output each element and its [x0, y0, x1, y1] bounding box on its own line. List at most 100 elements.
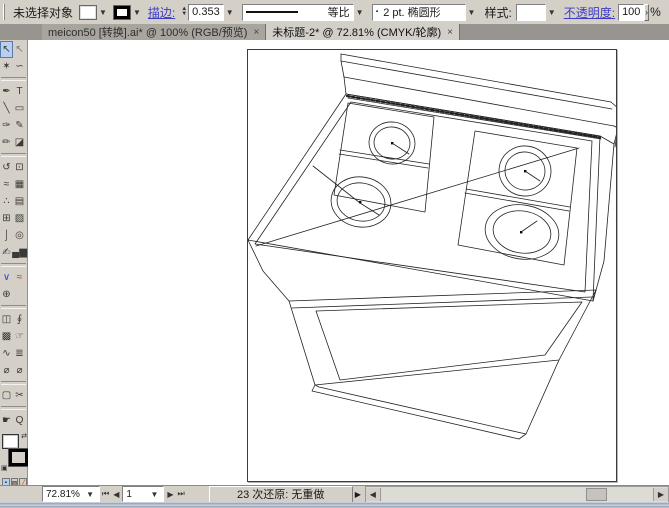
marquee-crop-tool[interactable]: ▢ [0, 387, 13, 404]
first-page-button[interactable]: ⏮ [100, 489, 111, 499]
window-bottom-edge [0, 502, 669, 508]
knife-tool[interactable]: ✂ [13, 387, 26, 404]
status-popup-arrow-icon[interactable]: ▶ [355, 490, 361, 499]
blend-v-tool[interactable]: ∨ [0, 269, 13, 286]
lasso-tool[interactable]: ∽ [13, 58, 26, 75]
tool-grid: ↖↖✶∽✒T╲▭✑✎✏◪↺⊡≈▦∴▤⊞▨⌡◎✍▄▆∨≈⊕◫∮▩☞∿≣⌀⌀▢✂☛Q [0, 41, 27, 429]
width-profile-dropdown[interactable]: 等比 ▼ [242, 4, 366, 21]
gradient-tool[interactable]: ▨ [13, 210, 26, 227]
previous-page-button[interactable]: ◀ [111, 490, 121, 499]
fill-indicator[interactable] [2, 434, 19, 449]
stroke-weight-spinner[interactable]: ▲▼ [181, 7, 187, 17]
free-transform-tool[interactable]: ▦ [13, 176, 26, 193]
magic-wand-tool[interactable]: ✶ [0, 58, 13, 75]
paintbrush-tool[interactable]: ✑ [0, 117, 13, 134]
blob-brush-tool[interactable]: ✏ [0, 134, 13, 151]
panel-grip[interactable] [3, 4, 5, 20]
zoom-level-dropdown[interactable]: 72.81% ▼ [42, 486, 100, 502]
scroll-left-button[interactable]: ◀ [366, 488, 381, 501]
chevron-down-icon[interactable]: ▼ [546, 8, 558, 17]
hand-tool[interactable]: ☛ [0, 412, 13, 429]
warp-tool[interactable]: ≈ [0, 176, 13, 193]
graph-tool[interactable]: ▤ [13, 193, 26, 210]
opacity-value[interactable]: 100 [618, 4, 644, 21]
shape-builder-tool[interactable]: ∮ [13, 311, 26, 328]
artboard[interactable] [247, 49, 617, 482]
fill-color-swatch[interactable] [79, 5, 97, 20]
zigzag-line-tool[interactable]: ∿ [0, 345, 13, 362]
line-segment-tool[interactable]: ╲ [0, 100, 13, 117]
undo-status-indicator[interactable]: 23 次还原: 无重做 [209, 486, 353, 503]
perspective-grid-tool[interactable]: ▩ [0, 328, 13, 345]
tab-label: 未标题-2* @ 72.81% (CMYK/轮廓) [272, 24, 441, 40]
rotate-tool[interactable]: ↺ [0, 159, 13, 176]
stacked-lines-tool[interactable]: ≣ [13, 345, 26, 362]
type-tool[interactable]: T [13, 83, 26, 100]
style-dropdown[interactable]: ▼ [516, 4, 558, 21]
width-profile-preview [246, 11, 298, 13]
opacity-slider-popup-button[interactable]: › [644, 4, 649, 21]
pencil-tool[interactable]: ✎ [13, 117, 26, 134]
envelope-tool[interactable]: ◫ [0, 311, 13, 328]
document-tab-2[interactable]: 未标题-2* @ 72.81% (CMYK/轮廓) × [266, 24, 460, 40]
stroke-panel-link[interactable]: 描边: [148, 4, 175, 21]
stroke-indicator[interactable] [9, 449, 28, 466]
scale-tool[interactable]: ⊡ [13, 159, 26, 176]
pen-tool[interactable]: ✒ [0, 83, 13, 100]
control-options-bar: 未选择对象 ▼ ▼ 描边: ▲▼ 0.353 ▼ 等比 ▼ · 2 pt. 椭圆… [0, 0, 669, 25]
chevron-down-icon[interactable]: ▼ [354, 8, 366, 17]
tab-close-icon[interactable]: × [447, 27, 453, 38]
chevron-down-icon[interactable]: ▼ [466, 8, 478, 17]
eraser-tool[interactable]: ◪ [13, 134, 26, 151]
multicolor-wave-tool[interactable]: ≈ [13, 269, 26, 286]
direct-selection-tool[interactable]: ↖ [13, 41, 26, 58]
document-tab-bar: meicon50 [转换].ai* @ 100% (RGB/预览)×未标题-2*… [0, 24, 669, 40]
live-paint-bucket-tool[interactable]: ⊕ [0, 286, 13, 303]
tool-palette: ↖↖✶∽✒T╲▭✑✎✏◪↺⊡≈▦∴▤⊞▨⌡◎✍▄▆∨≈⊕◫∮▩☞∿≣⌀⌀▢✂☛Q… [0, 40, 28, 508]
swap-fill-stroke-icon[interactable]: ⇄ [21, 432, 27, 440]
toolbar-divider [1, 305, 26, 309]
ruler-pen-tool[interactable]: ⌀ [13, 362, 26, 379]
horizontal-scrollbar[interactable]: ◀ ▶ [365, 486, 669, 503]
rectangle-tool[interactable]: ▭ [13, 100, 26, 117]
last-page-button[interactable]: ⏭ [176, 489, 187, 499]
zoom-level-value: 72.81% [46, 489, 80, 500]
brush-label: 2 pt. 椭圆形 [383, 4, 440, 20]
column-graph-tool[interactable]: ▄▆ [13, 244, 26, 261]
opacity-panel-link[interactable]: 不透明度: [564, 4, 615, 21]
stroke-weight-control[interactable]: ▲▼ 0.353 ▼ [181, 4, 235, 21]
freehand-gesture-tool[interactable]: ☞ [13, 328, 26, 345]
selection-status-label: 未选择对象 [13, 4, 73, 21]
default-fill-stroke-icon[interactable]: ▣ [1, 464, 8, 472]
tab-close-icon[interactable]: × [253, 27, 259, 38]
page-number-dropdown[interactable]: 1 ▼ [122, 486, 164, 502]
chevron-down-icon[interactable]: ▼ [131, 8, 143, 17]
fill-color-dropdown[interactable]: ▼ [79, 5, 109, 20]
brush-dot-preview: · [376, 6, 380, 18]
measure-tool[interactable]: ⌀ [0, 362, 13, 379]
next-page-button[interactable]: ▶ [165, 490, 175, 499]
toolbar-divider [1, 381, 26, 385]
stroke-color-swatch[interactable] [113, 5, 131, 20]
chevron-down-icon[interactable]: ▼ [224, 8, 236, 17]
mesh-tool[interactable]: ⊞ [0, 210, 13, 227]
brush-definition-dropdown[interactable]: · 2 pt. 椭圆形 ▼ [372, 4, 478, 21]
chevron-down-icon[interactable]: ▼ [97, 8, 109, 17]
chevron-down-icon[interactable]: ▼ [84, 490, 96, 499]
eyedropper-tool[interactable]: ⌡ [0, 227, 13, 244]
selection-tool[interactable]: ↖ [0, 41, 13, 58]
style-label: 样式: [484, 4, 511, 21]
symbol-sprayer-tool[interactable]: ∴ [0, 193, 13, 210]
stroke-color-dropdown[interactable]: ▼ [113, 5, 143, 20]
toolbar-divider [1, 77, 26, 81]
document-tab-1[interactable]: meicon50 [转换].ai* @ 100% (RGB/预览)× [42, 24, 266, 40]
blend-tool[interactable]: ◎ [13, 227, 26, 244]
scroll-right-button[interactable]: ▶ [653, 488, 668, 501]
scrollbar-thumb[interactable] [586, 488, 607, 501]
scrollbar-track[interactable] [381, 488, 653, 501]
zoom-tool[interactable]: Q [13, 412, 26, 429]
live-trace-tool[interactable]: ✍ [0, 244, 13, 261]
document-canvas[interactable] [28, 40, 669, 485]
stroke-weight-value[interactable]: 0.353 [188, 4, 224, 21]
chevron-down-icon[interactable]: ▼ [148, 490, 160, 499]
